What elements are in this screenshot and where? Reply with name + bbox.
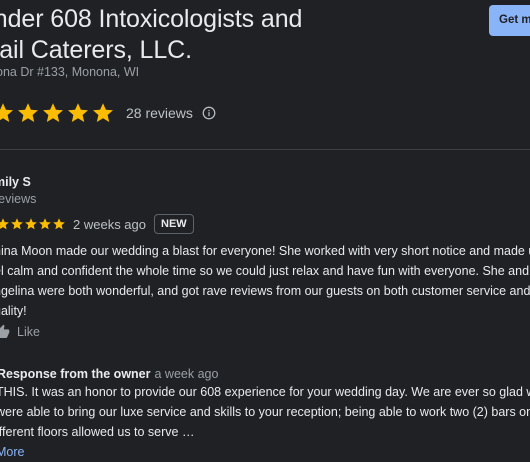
review-date: 2 weeks ago	[73, 216, 146, 232]
review-text-line: uality!	[0, 304, 27, 318]
star-icon	[25, 218, 37, 230]
new-badge: NEW	[154, 214, 194, 234]
get-more-info-button[interactable]: Get mor	[489, 5, 530, 36]
star-icon	[93, 103, 113, 122]
owner-response-line: were able to bring our luxe service and …	[0, 405, 530, 419]
review-text: hina Moon made our wedding a blast for e…	[0, 241, 530, 321]
review-text-line: el calm and confident the whole time so …	[0, 264, 530, 278]
star-icon	[11, 218, 23, 230]
owner-response-line-last: ifferent floors allowed us to serve … Mo…	[0, 422, 530, 462]
info-icon[interactable]	[202, 106, 216, 120]
owner-response-heading: Response from the owner a week ago	[0, 367, 218, 381]
owner-response-date: a week ago	[154, 367, 219, 381]
business-title: ender 608 Intoxicologists and ktail Cate…	[0, 4, 450, 66]
star-icon	[18, 103, 38, 122]
review-text-line: hina Moon made our wedding a blast for e…	[0, 244, 530, 258]
review-star-rating	[0, 217, 66, 231]
star-icon	[0, 103, 13, 122]
owner-response-text: THIS. It was an honor to provide our 608…	[0, 382, 530, 462]
owner-response-title: Response from the owner	[0, 367, 151, 381]
star-icon	[43, 103, 63, 122]
review-text-line: ngelina were both wonderful, and got rav…	[0, 284, 530, 298]
section-divider	[0, 149, 530, 150]
business-title-line-1: ender 608 Intoxicologists and	[0, 5, 303, 33]
star-icon	[39, 218, 51, 230]
overall-rating: 28 reviews	[0, 99, 216, 127]
like-label: Like	[17, 325, 40, 339]
star-icon	[53, 218, 65, 230]
more-link[interactable]: More	[0, 445, 24, 459]
owner-response-line-text: ifferent floors allowed us to serve …	[0, 425, 195, 439]
thumbs-up-icon	[0, 324, 10, 338]
like-button[interactable]: Like	[0, 322, 40, 342]
reviewer-name[interactable]: mily S	[0, 175, 31, 189]
reviews-count[interactable]: 28 reviews	[126, 105, 193, 121]
overall-star-rating	[0, 101, 115, 125]
reviewer-review-count: reviews	[0, 192, 37, 206]
star-icon	[68, 103, 88, 122]
business-address: ona Dr #133, Monona, WI	[0, 65, 140, 79]
business-title-line-2: ktail Caterers, LLC.	[0, 36, 192, 64]
owner-response-line: THIS. It was an honor to provide our 608…	[0, 385, 530, 399]
review-rating-row: 2 weeks ago NEW	[0, 213, 194, 235]
star-icon	[0, 218, 9, 230]
